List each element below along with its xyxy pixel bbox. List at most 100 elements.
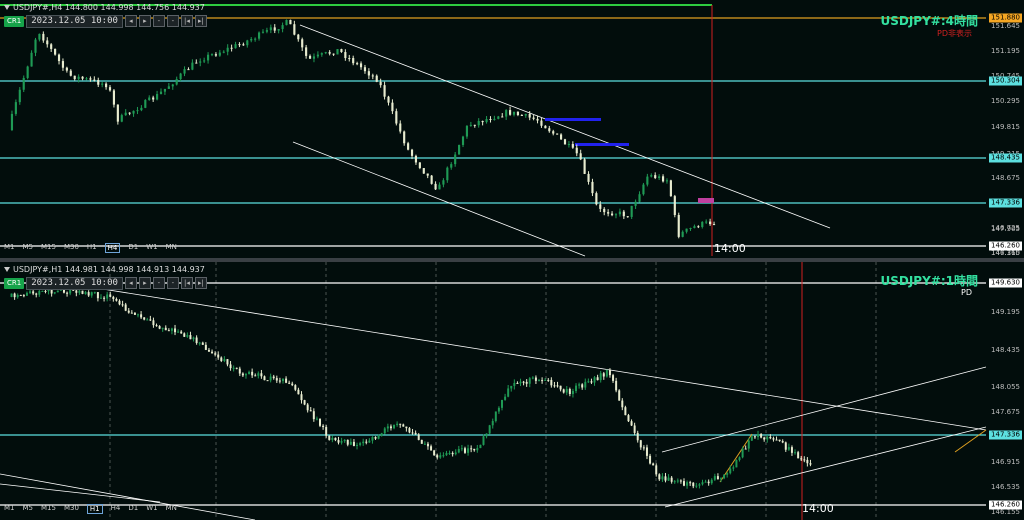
candle-body [32, 291, 35, 294]
candle-body [375, 75, 378, 82]
candle-body [513, 382, 516, 386]
price-axis[interactable]: 151.645151.195150.745150.295149.815149.2… [986, 0, 1024, 258]
candle-body [106, 294, 109, 299]
minus2-button[interactable]: - [166, 277, 179, 289]
candle-body [396, 423, 399, 425]
minus-button[interactable]: - [152, 15, 165, 27]
candle-body [140, 107, 143, 111]
candle-body [403, 131, 406, 144]
date-field[interactable]: 2023.12.05 10:00 [26, 276, 123, 290]
cr-button[interactable]: CR1 [4, 15, 25, 27]
candle-body [575, 147, 578, 154]
timeframe-m15[interactable]: M15 [41, 504, 56, 514]
candle-body [494, 411, 497, 422]
candle-body [705, 221, 708, 223]
next-button[interactable]: ▸ [138, 15, 151, 27]
candle-body [30, 52, 33, 67]
candle-body [75, 290, 78, 293]
price-tick: 146.535 [991, 483, 1020, 491]
date-field[interactable]: 2023.12.05 10:00 [26, 14, 123, 28]
candle-body [89, 78, 92, 80]
candle-body [18, 89, 21, 103]
candle-body [655, 465, 658, 475]
candle-body [491, 421, 494, 426]
candle-body [794, 452, 797, 454]
timeframe-w1[interactable]: W1 [146, 504, 157, 514]
timeframe-m1[interactable]: M1 [4, 504, 15, 514]
timeframe-m30[interactable]: M30 [64, 243, 79, 253]
candle-body [156, 94, 159, 100]
candle-body [469, 124, 472, 126]
chart-pane-h1[interactable]: USDJPY#,H1 144.981 144.998 144.913 144.9… [0, 262, 1024, 520]
candle-body [426, 443, 429, 447]
timeframe-h1[interactable]: H1 [87, 243, 97, 253]
time-cursor-label: 14:00 [714, 242, 746, 255]
candle-body [232, 367, 235, 369]
candle-body [10, 293, 13, 297]
candle-body [744, 448, 747, 450]
candle-body [723, 474, 726, 479]
candle-body [451, 452, 454, 455]
h4-chart-canvas[interactable] [0, 0, 1024, 258]
candle-body [579, 153, 582, 160]
candle-body [544, 125, 547, 129]
last-button[interactable]: ▸| [194, 15, 207, 27]
timeframe-d1[interactable]: D1 [128, 504, 138, 514]
triangle-down-icon[interactable] [4, 267, 10, 272]
candle-body [349, 441, 352, 445]
candle-body [454, 452, 457, 455]
candle-body [735, 460, 738, 468]
first-button[interactable]: |◂ [180, 15, 193, 27]
timeframe-h1[interactable]: H1 [86, 504, 103, 514]
candle-body [319, 418, 322, 426]
candle-body [587, 173, 590, 182]
candle-body [418, 162, 421, 169]
price-axis[interactable]: 149.195148.435148.055147.675147.295146.9… [986, 262, 1024, 520]
next-button[interactable]: ▸ [138, 277, 151, 289]
timeframe-m15[interactable]: M15 [41, 243, 56, 253]
candle-body [701, 482, 704, 485]
chart-pane-h4[interactable]: USDJPY#,H4 144.800 144.998 144.756 144.9… [0, 0, 1024, 258]
timeframe-h4[interactable]: H4 [104, 243, 121, 253]
triangle-down-icon[interactable] [4, 5, 10, 10]
candle-body [78, 290, 81, 293]
candle-body [698, 484, 701, 486]
timeframe-m5[interactable]: M5 [23, 504, 34, 514]
candle-body [473, 448, 476, 451]
minus2-button[interactable]: - [166, 15, 179, 27]
candle-body [53, 292, 56, 294]
candle-body [602, 373, 605, 377]
cr-button[interactable]: CR1 [4, 277, 25, 289]
timeframe-m1[interactable]: M1 [4, 243, 15, 253]
price-tick: 148.675 [991, 174, 1020, 182]
timeframe-h4[interactable]: H4 [111, 504, 121, 514]
candle-body [681, 231, 684, 237]
minus-button[interactable]: - [152, 277, 165, 289]
prev-button[interactable]: ◂ [124, 15, 137, 27]
timeframe-w1[interactable]: W1 [146, 243, 157, 253]
h1-chart-canvas[interactable] [0, 262, 1024, 520]
candle-body [275, 378, 278, 381]
candle-body [226, 359, 229, 365]
first-button[interactable]: |◂ [180, 277, 193, 289]
candle-body [211, 351, 214, 354]
candle-body [504, 396, 507, 400]
timeframe-m30[interactable]: M30 [64, 504, 79, 514]
candle-body [649, 455, 652, 464]
timeframe-mn[interactable]: MN [166, 504, 177, 514]
candle-body [340, 441, 343, 443]
candle-body [269, 376, 272, 381]
candle-body [726, 473, 729, 475]
prev-button[interactable]: ◂ [124, 277, 137, 289]
candle-body [118, 300, 121, 305]
candle-body [359, 443, 362, 445]
candle-body [639, 440, 642, 448]
timeframe-mn[interactable]: MN [166, 243, 177, 253]
timeframe-m5[interactable]: M5 [23, 243, 34, 253]
last-button[interactable]: ▸| [194, 277, 207, 289]
candle-body [371, 75, 374, 77]
candle-body [482, 436, 485, 445]
candle-body [144, 100, 147, 108]
timeframe-d1[interactable]: D1 [128, 243, 138, 253]
candle-body [661, 476, 664, 480]
